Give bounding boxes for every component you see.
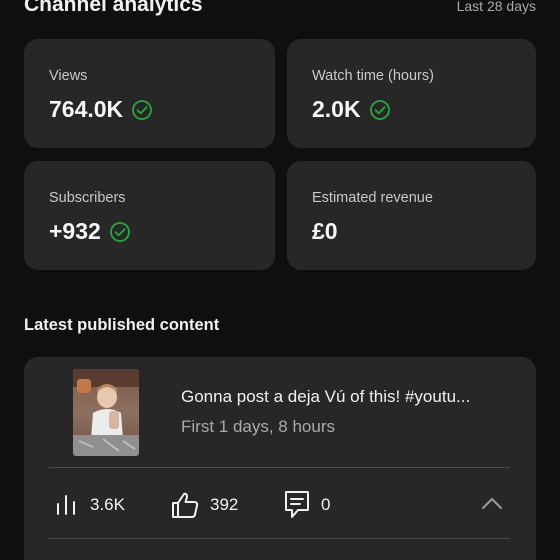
date-range-label[interactable]: Last 28 days <box>457 0 536 14</box>
video-title[interactable]: Gonna post a deja Vú of this! #youtu... <box>181 387 470 407</box>
thumbnail-image <box>73 369 139 456</box>
metric-card-views[interactable]: Views 764.0K <box>24 39 275 148</box>
metric-value: +932 <box>49 218 101 244</box>
channel-analytics-screen: Channel analytics Last 28 days Views 764… <box>0 0 560 560</box>
metric-value: 2.0K <box>312 96 361 122</box>
comment-icon <box>285 491 309 518</box>
likes-stat: 392 <box>170 489 238 521</box>
check-circle-icon <box>369 99 390 120</box>
divider <box>49 467 510 468</box>
views-stat: 3.6K <box>54 489 125 521</box>
video-thumbnail[interactable] <box>73 369 139 456</box>
comments-stat: 0 <box>283 489 330 521</box>
metric-label: Watch time (hours) <box>312 68 434 84</box>
check-circle-icon <box>109 221 130 242</box>
section-title: Latest published content <box>24 316 220 334</box>
bar-chart-icon <box>57 495 75 515</box>
divider <box>49 538 510 539</box>
metric-label: Views <box>49 68 88 84</box>
chevron-up-icon[interactable] <box>481 495 503 511</box>
thumbs-up-icon <box>172 492 199 518</box>
likes-count: 392 <box>210 495 239 514</box>
video-age: First 1 days, 8 hours <box>181 417 336 436</box>
latest-content-card[interactable]: Gonna post a deja Vú of this! #youtu... … <box>24 357 536 560</box>
metric-value: 764.0K <box>49 96 124 122</box>
metric-label: Subscribers <box>49 190 126 206</box>
comments-count: 0 <box>321 495 331 514</box>
check-circle-icon <box>132 99 153 120</box>
metric-card-watch-time[interactable]: Watch time (hours) 2.0K <box>287 39 536 148</box>
metric-card-subscribers[interactable]: Subscribers +932 <box>24 161 275 270</box>
views-count: 3.6K <box>90 495 125 514</box>
metric-card-revenue[interactable]: Estimated revenue £0 <box>287 161 536 270</box>
metric-value: £0 <box>312 218 338 244</box>
metric-label: Estimated revenue <box>312 190 433 206</box>
page-title: Channel analytics <box>24 0 203 16</box>
